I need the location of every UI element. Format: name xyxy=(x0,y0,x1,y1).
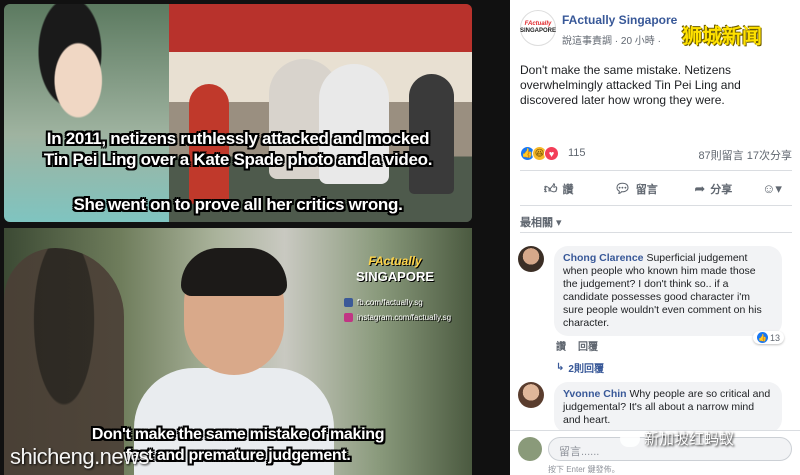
photo-woman-with-bag xyxy=(4,4,169,222)
comments-count[interactable]: 87則留言 xyxy=(698,150,743,162)
reaction-count[interactable]: 115 xyxy=(568,147,586,159)
bottom-photo: FActually SINGAPORE fb.com/factually.sg … xyxy=(4,228,472,475)
caption-top-line2: Tin Pei Ling over a Kate Spade photo and… xyxy=(43,150,433,169)
commenter-avatar[interactable] xyxy=(518,382,544,408)
love-reaction-icon: ♥ xyxy=(544,146,559,161)
comment-share-counts: 87則留言 17次分享 xyxy=(698,147,792,163)
photo-crowd-hug xyxy=(169,4,472,222)
watermark-shicheng-cn: 狮城新闻 xyxy=(682,24,762,48)
like-button[interactable]: 👍︎ 讚 xyxy=(520,181,597,197)
commenter-name[interactable]: Yvonne Chin xyxy=(563,388,627,400)
comment-item: Yvonne Chin Why people are so critical a… xyxy=(518,382,793,433)
caption-top-line3: She went on to prove all her critics wro… xyxy=(73,195,403,214)
comment-button[interactable]: 💬︎ 留言 xyxy=(597,181,674,197)
comment-reply-link[interactable]: 回覆 xyxy=(578,338,598,353)
reaction-selector-button[interactable]: ☺▾ xyxy=(752,181,792,197)
wechat-icon xyxy=(620,430,640,447)
watermark-shicheng: shicheng.news xyxy=(10,444,150,469)
watermark-wechat: 新加坡红蚂蚁 xyxy=(620,428,734,449)
page-avatar[interactable]: FActually SINGAPORE xyxy=(520,10,556,46)
like-icon: 👍 xyxy=(756,332,768,343)
share-button[interactable]: ➦ 分享 xyxy=(675,181,752,197)
comment-bubble: Chong Clarence Superficial judgement whe… xyxy=(554,246,782,336)
instagram-icon xyxy=(344,313,353,322)
divider xyxy=(520,170,792,171)
user-avatar xyxy=(518,437,542,461)
facebook-icon xyxy=(344,298,353,307)
post-header: FActually SINGAPORE FActually Singapore … xyxy=(510,0,800,52)
facebook-post-panel: FActually SINGAPORE FActually Singapore … xyxy=(510,0,800,475)
social-instagram: instagram.com/factually.sg xyxy=(344,313,451,322)
reaction-avatar-icon: ☺▾ xyxy=(762,181,782,196)
comment-sort-dropdown[interactable]: 最相關 ▾ xyxy=(520,214,562,230)
reaction-summary[interactable]: 👍 😆 ♥ 115 87則留言 17次分享 xyxy=(520,144,792,164)
comment-item: Chong Clarence Superficial judgement whe… xyxy=(518,246,793,346)
comment-actions: 讚 回覆 xyxy=(556,338,598,353)
comment-icon: 💬︎ xyxy=(614,181,631,196)
commenter-name[interactable]: Chong Clarence xyxy=(563,252,644,264)
top-photo: In 2011, netizens ruthlessly attacked an… xyxy=(4,4,472,222)
reply-arrow-icon: ↳ xyxy=(556,362,565,373)
thumbs-up-icon: 👍︎ xyxy=(543,181,558,196)
commenter-avatar[interactable] xyxy=(518,246,544,272)
share-icon: ➦ xyxy=(694,181,706,196)
caption-bottom-line1: Don't make the same mistake of making xyxy=(91,426,385,443)
caption-top-line1: In 2011, netizens ruthlessly attacked an… xyxy=(46,129,430,148)
enter-to-post-hint: 按下 Enter 鍵發佈。 xyxy=(548,465,620,474)
social-facebook: fb.com/factually.sg xyxy=(344,298,423,307)
post-image[interactable]: In 2011, netizens ruthlessly attacked an… xyxy=(0,0,510,475)
comment-like-link[interactable]: 讚 xyxy=(556,338,566,353)
comment-bubble: Yvonne Chin Why people are so critical a… xyxy=(554,382,782,433)
divider xyxy=(520,232,792,233)
post-meta[interactable]: 說這事責調 · 20 小時 · xyxy=(562,32,661,47)
post-text: Don't make the same mistake. Netizens ov… xyxy=(520,63,741,107)
factually-logo: FActually SINGAPORE xyxy=(356,254,435,284)
shares-count[interactable]: 17次分享 xyxy=(747,150,792,162)
view-replies-link[interactable]: ↳ 2則回覆 xyxy=(556,360,604,375)
comment-reaction-badge[interactable]: 👍 13 xyxy=(752,331,784,344)
post-actions: 👍︎ 讚 💬︎ 留言 ➦ 分享 ☺▾ xyxy=(520,175,792,203)
page-name-link[interactable]: FActually Singapore xyxy=(562,13,677,27)
divider xyxy=(520,205,792,206)
